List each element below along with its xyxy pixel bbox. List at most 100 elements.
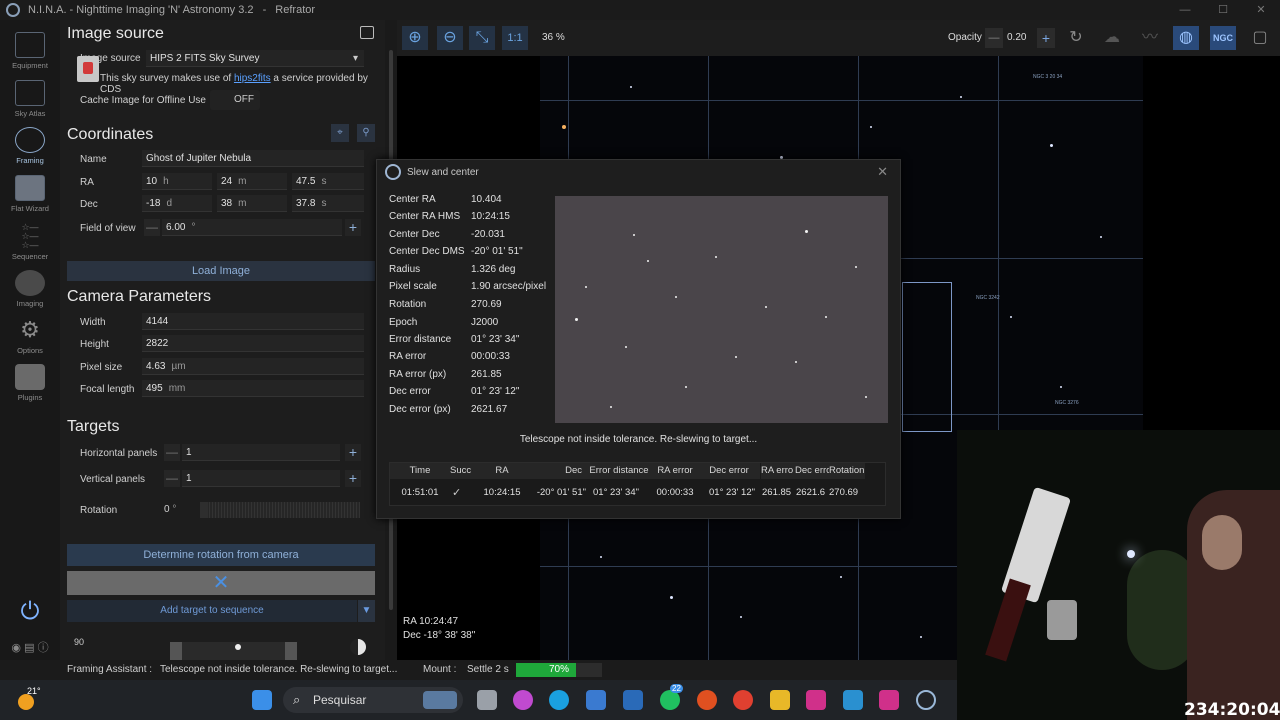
app-cube-icon[interactable] bbox=[623, 690, 643, 710]
dec-degrees-unit: d bbox=[166, 198, 173, 209]
hips2fits-link[interactable]: hips2fits bbox=[234, 73, 271, 84]
vertical-panels-input[interactable]: 1 bbox=[182, 470, 340, 487]
ngc-toggle-button[interactable]: NGC bbox=[1210, 26, 1236, 50]
nav-sequencer[interactable]: ☆— ☆— ☆— Sequencer bbox=[0, 223, 60, 262]
info-icon[interactable]: ⓘ bbox=[38, 642, 49, 654]
field-value: 01° 23' 12" bbox=[471, 386, 520, 397]
task-view-icon[interactable] bbox=[477, 690, 497, 710]
hpanels-increase-button[interactable]: + bbox=[345, 444, 361, 461]
location-pin-icon[interactable]: ⚲ bbox=[357, 124, 375, 142]
col-header[interactable]: Succ bbox=[450, 463, 472, 479]
opera-icon[interactable] bbox=[697, 690, 717, 710]
col-header[interactable]: RA erro bbox=[761, 463, 795, 479]
nina-taskbar-icon[interactable] bbox=[916, 690, 936, 710]
close-window-icon[interactable]: ✕ bbox=[1242, 0, 1280, 20]
app-pink-2-icon[interactable] bbox=[879, 690, 899, 710]
field-key: Dec error (px) bbox=[389, 404, 451, 415]
target-icon[interactable]: ⌖ bbox=[331, 124, 349, 142]
boundaries-icon[interactable]: ▢ bbox=[1247, 26, 1273, 50]
pixel-size-input[interactable]: 4.63 µm bbox=[142, 358, 364, 375]
nav-equipment[interactable]: Equipment bbox=[0, 32, 60, 70]
fov-decrease-button[interactable]: — bbox=[144, 219, 160, 236]
nav-imaging[interactable]: Imaging bbox=[0, 270, 60, 308]
zoom-out-icon[interactable]: ⊖ bbox=[437, 26, 463, 50]
col-header[interactable]: Dec error bbox=[698, 463, 760, 479]
fov-input[interactable]: 6.00 ° bbox=[162, 219, 342, 236]
ra-seconds-input[interactable]: 47.5 s bbox=[292, 173, 364, 190]
whatsapp-icon[interactable]: 22 bbox=[660, 684, 683, 710]
image-source-select[interactable]: HIPS 2 FITS Sky Survey ▾ bbox=[146, 50, 364, 67]
rotation-slider[interactable] bbox=[200, 502, 360, 518]
opacity-decrease-button[interactable]: — bbox=[985, 28, 1003, 48]
cache-toggle[interactable]: OFF bbox=[210, 90, 260, 110]
nav-framing[interactable]: Framing bbox=[0, 127, 60, 165]
opacity-increase-button[interactable]: + bbox=[1037, 28, 1055, 48]
horizontal-panels-input[interactable]: 1 bbox=[182, 444, 340, 461]
app-blue-icon[interactable] bbox=[843, 690, 863, 710]
maximize-icon[interactable]: ☐ bbox=[1204, 0, 1242, 20]
nav-flat-wizard[interactable]: Flat Wizard bbox=[0, 175, 60, 213]
cell-ra: 10:24:15 bbox=[483, 487, 521, 498]
one-to-one-button[interactable]: 1:1 bbox=[502, 26, 528, 50]
fit-to-screen-icon[interactable]: ⤡ bbox=[469, 26, 495, 50]
dec-minutes-input[interactable]: 38 m bbox=[217, 195, 287, 212]
field-value: 261.85 bbox=[471, 369, 502, 380]
dec-minutes-unit: m bbox=[238, 198, 247, 209]
weather-widget[interactable]: 21° bbox=[18, 686, 44, 712]
taskbar-search[interactable]: ⌕ Pesquisar bbox=[283, 687, 463, 713]
dec-degrees-input[interactable]: -18 d bbox=[142, 195, 212, 212]
dec-seconds-input[interactable]: 37.8 s bbox=[292, 195, 364, 212]
add-target-dropdown-icon[interactable]: ▼ bbox=[358, 600, 375, 622]
col-header[interactable]: RA bbox=[472, 463, 532, 479]
col-header[interactable]: RA error bbox=[652, 463, 698, 479]
copilot-icon[interactable] bbox=[513, 690, 533, 710]
determine-rotation-button[interactable]: Determine rotation from camera bbox=[67, 544, 375, 566]
nav-sky-atlas[interactable]: Sky Atlas bbox=[0, 80, 60, 118]
file-explorer-icon[interactable] bbox=[770, 690, 790, 710]
load-image-button[interactable]: Load Image bbox=[67, 261, 375, 281]
height-input[interactable]: 2822 bbox=[142, 335, 364, 352]
zoom-in-icon[interactable]: ⊕ bbox=[402, 26, 428, 50]
cloud-icon[interactable]: ☁ bbox=[1099, 26, 1125, 50]
framing-rectangle[interactable] bbox=[902, 282, 952, 432]
rotate-icon[interactable]: ↻ bbox=[1063, 26, 1089, 50]
vpanels-increase-button[interactable]: + bbox=[345, 470, 361, 487]
windows-start-icon[interactable] bbox=[252, 690, 272, 710]
col-header[interactable]: Rotation bbox=[829, 463, 865, 479]
constellation-icon[interactable]: 〰 bbox=[1137, 26, 1163, 50]
edge-icon[interactable] bbox=[549, 690, 569, 710]
col-header[interactable]: Dec bbox=[532, 463, 586, 479]
col-header[interactable]: Time bbox=[390, 463, 450, 479]
nav-options[interactable]: ⚙ Options bbox=[0, 317, 60, 355]
app-pink-icon[interactable] bbox=[806, 690, 826, 710]
target-name-input[interactable]: Ghost of Jupiter Nebula bbox=[142, 150, 364, 167]
focal-length-input[interactable]: 495 mm bbox=[142, 380, 364, 397]
vpanels-decrease-button[interactable]: — bbox=[164, 470, 180, 487]
manual-icon[interactable] bbox=[360, 26, 374, 39]
minimize-icon[interactable]: — bbox=[1166, 0, 1204, 20]
ra-seconds-value: 47.5 bbox=[296, 176, 316, 187]
ra-hours-input[interactable]: 10 h bbox=[142, 173, 212, 190]
eye-icon[interactable]: ◉ bbox=[11, 642, 21, 654]
field-value: 1.326 deg bbox=[471, 264, 516, 275]
nav-plugins[interactable]: Plugins bbox=[0, 364, 60, 402]
altitude-tick-label: 90 bbox=[74, 637, 85, 647]
ra-hours-unit: h bbox=[163, 176, 169, 187]
rotation-slider-thumb[interactable] bbox=[200, 502, 208, 518]
width-input[interactable]: 4144 bbox=[142, 313, 364, 330]
chrome-icon[interactable] bbox=[733, 690, 753, 710]
add-target-button[interactable]: Add target to sequence bbox=[67, 600, 357, 622]
col-header[interactable]: Error distance bbox=[586, 463, 652, 479]
book-icon[interactable]: ▤ bbox=[24, 642, 34, 654]
opacity-value[interactable]: 0.20 bbox=[1007, 32, 1026, 43]
cancel-x-button[interactable]: ✕ bbox=[67, 571, 375, 595]
ra-minutes-input[interactable]: 24 m bbox=[217, 173, 287, 190]
fov-increase-button[interactable]: + bbox=[345, 219, 361, 236]
grid-globe-icon[interactable]: ◍ bbox=[1173, 26, 1199, 50]
store-icon[interactable] bbox=[586, 690, 606, 710]
status-message: Telescope not inside tolerance. Re-slewi… bbox=[160, 664, 398, 675]
col-header[interactable]: Dec erro bbox=[795, 463, 829, 479]
power-icon[interactable]: ⏻ bbox=[0, 598, 60, 626]
dialog-close-icon[interactable]: ✕ bbox=[877, 164, 888, 180]
hpanels-decrease-button[interactable]: — bbox=[164, 444, 180, 461]
